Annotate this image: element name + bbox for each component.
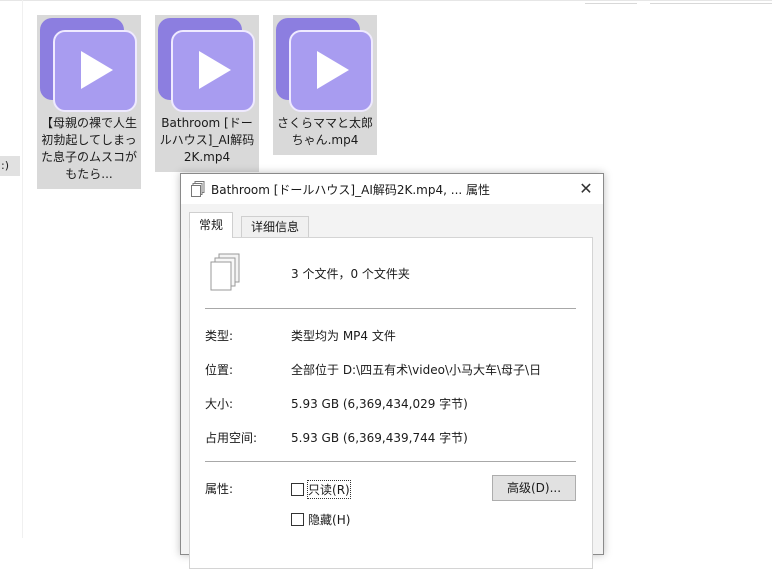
attributes-label: 属性: [205, 482, 234, 496]
play-icon [317, 51, 349, 89]
file-name: Bathroom [ドールハウス]_AI解码2K.mp4 [159, 116, 255, 164]
multi-document-icon [191, 181, 205, 197]
separator [205, 461, 576, 462]
file-name: さくらママと太郎ちゃん.mp4 [277, 116, 374, 147]
separator [205, 308, 576, 309]
video-file-icon [37, 15, 141, 115]
location-value: 全部位于 D:\四五有术\video\小马大车\母子\日 [291, 363, 542, 377]
file-item[interactable]: さくらママと太郎ちゃん.mp4 [273, 15, 377, 155]
size-label: 大小: [205, 397, 234, 411]
dialog-titlebar[interactable]: Bathroom [ドールハウス]_AI解码2K.mp4, ... 属性 ✕ [181, 174, 603, 204]
size-value: 5.93 GB (6,369,434,029 字节) [291, 397, 468, 411]
tab-details[interactable]: 详细信息 [241, 216, 310, 239]
type-value: 类型均为 MP4 文件 [291, 329, 396, 343]
type-label: 类型: [205, 329, 234, 343]
size-on-disk-label: 占用空间: [205, 431, 258, 445]
readonly-label: 只读(R) [307, 479, 351, 499]
general-panel: 3 个文件，0 个文件夹 类型: 类型均为 MP4 文件 位置: 全部位于 D:… [189, 237, 593, 569]
file-name: 【母親の裸で人生初勃起してしまった息子のムスコがもたら... [41, 116, 138, 181]
checkbox-icon [291, 512, 304, 526]
hidden-label: 隐藏(H) [308, 512, 351, 527]
dialog-title: Bathroom [ドールハウス]_AI解码2K.mp4, ... 属性 [211, 183, 491, 197]
hidden-checkbox[interactable]: 隐藏(H) [291, 511, 350, 527]
nav-pane-selected-item[interactable]: :) [0, 156, 20, 176]
video-file-icon [273, 15, 377, 115]
location-label: 位置: [205, 363, 234, 377]
video-file-icon [155, 15, 259, 115]
size-on-disk-value: 5.93 GB (6,369,439,744 字节) [291, 431, 468, 445]
selection-summary: 3 个文件，0 个文件夹 [291, 267, 410, 281]
close-button[interactable]: ✕ [569, 174, 603, 204]
readonly-checkbox[interactable]: 只读(R) [291, 479, 351, 499]
file-item[interactable]: Bathroom [ドールハウス]_AI解码2K.mp4 [155, 15, 259, 172]
checkbox-icon [291, 482, 304, 496]
file-item[interactable]: 【母親の裸で人生初勃起してしまった息子のムスコがもたら... [37, 15, 141, 189]
play-icon [81, 51, 113, 89]
tab-general[interactable]: 常规 [189, 212, 234, 238]
top-edge-segment [650, 0, 772, 4]
close-icon: ✕ [579, 179, 593, 198]
pane-divider [22, 0, 23, 538]
advanced-button[interactable]: 高级(D)... [492, 475, 576, 501]
properties-dialog: Bathroom [ドールハウス]_AI解码2K.mp4, ... 属性 ✕ 常… [180, 173, 604, 569]
multi-document-icon [210, 253, 240, 291]
top-edge-segment [585, 0, 637, 4]
play-icon [199, 51, 231, 89]
